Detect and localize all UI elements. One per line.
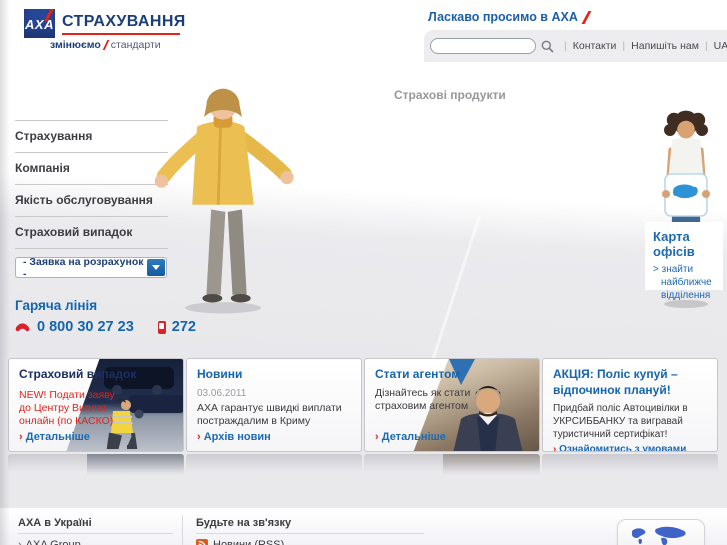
footer-link-label: AXA Group [25, 539, 81, 545]
footer: АХА в Україні › AXA Group Будьте на зв'я… [0, 508, 727, 545]
menu-item-label: Страхування [15, 129, 93, 143]
teaser-cards: Страховий випадок NEW! Подати заяву до Ц… [0, 358, 727, 482]
agent-text: Дізнайтесь як стати страховим агентом [375, 386, 471, 413]
separator: | [622, 40, 626, 52]
card-reflection [186, 454, 362, 482]
axa-logo-letters: AXA [25, 17, 54, 32]
footer-column-title: Будьте на зв'язку [196, 517, 424, 534]
card-title: Страховий випадок [19, 367, 137, 381]
axa-group-link[interactable]: › AXA Group [18, 539, 173, 545]
card-insurance-case: Страховий випадок NEW! Подати заяву до Ц… [8, 358, 184, 452]
phone-icon [15, 322, 30, 331]
card-promo: АКЦІЯ: Поліс купуй – відпочинок плануй! … [542, 358, 718, 452]
separator: | [564, 40, 567, 52]
brand-tagline: змінюємо стандарти [50, 39, 161, 51]
page: AXA СТРАХУВАННЯ змінюємо стандарти Ласка… [0, 0, 727, 545]
card-become-agent: Стати агентом Дізнайтесь як стати страхо… [364, 358, 540, 452]
dropdown-arrow-button[interactable] [146, 259, 165, 276]
footer-separator [182, 515, 183, 545]
header: AXA СТРАХУВАННЯ змінюємо стандарти Ласка… [0, 0, 727, 63]
promo-text: Придбай поліс Автоцивілки в УКРСИББАНКУ … [553, 403, 688, 441]
card-highlight-text: NEW! Подати заяву до Центру Виплат онлай… [19, 388, 115, 428]
news-date: 03.06.2011 [197, 387, 247, 399]
background-streak [431, 215, 482, 359]
axa-logo[interactable]: AXA [24, 9, 55, 38]
language-label: UA [713, 40, 727, 52]
office-map-title[interactable]: Карта офісів [653, 229, 723, 259]
card-title: Новини [197, 367, 243, 381]
details-link[interactable]: Детальніше [19, 431, 173, 443]
office-map-link[interactable]: > знайти [653, 263, 723, 276]
card-title: АКЦІЯ: Поліс купуй – відпочинок плануй! [553, 367, 678, 397]
card-reflection [542, 454, 718, 482]
arrow-icon: › [18, 539, 22, 545]
world-map-card [617, 519, 705, 545]
tagline-slash-icon [102, 40, 110, 50]
hotline-mobile-short: 272 [171, 319, 196, 335]
hotline-phone: 0 800 30 27 23 [37, 319, 134, 335]
menu-item-label: Страховий випадок [15, 225, 133, 239]
consultant-woman-photo [154, 88, 294, 314]
footer-column-stay-connected: Будьте на зв'язку Новини (RSS) [196, 517, 424, 545]
details-link[interactable]: Детальніше [375, 431, 529, 443]
write-us-link[interactable]: Напишіть нам [631, 40, 699, 52]
promo-terms-link[interactable]: Ознайомитись з умовами акції [553, 444, 707, 451]
main-area: Страхові продукти Страхування Компанія Я… [0, 62, 727, 359]
card-news: Новини 03.06.2011 АХА гарантує швидкі ви… [186, 358, 362, 452]
office-map-link-cont[interactable]: найближче [653, 276, 723, 289]
request-dropdown[interactable]: - Заявка на розрахунок - [15, 255, 167, 280]
welcome-slash-icon [581, 10, 592, 24]
separator: | [704, 40, 708, 52]
brand-underline [62, 33, 180, 35]
hotline-row: 0 800 30 27 23 272 [15, 319, 196, 335]
menu-item-label: Компанія [15, 161, 70, 175]
contacts-link[interactable]: Контакти [573, 40, 617, 52]
brand-title: СТРАХУВАННЯ [62, 13, 186, 30]
footer-column-title: АХА в Україні [18, 517, 173, 534]
office-map-panel: Карта офісів > знайти найближче відділен… [645, 222, 723, 301]
tagline-bold: змінюємо [50, 39, 101, 51]
chevron-down-icon [151, 265, 160, 270]
tagline-rest: стандарти [110, 39, 161, 51]
search-icon[interactable] [541, 40, 554, 53]
products-title: Страхові продукти [394, 88, 506, 102]
news-text: АХА гарантує швидкі виплати постраждалим… [197, 401, 342, 428]
rss-icon [196, 539, 208, 545]
language-selector[interactable]: UA [714, 40, 727, 52]
welcome-label: Ласкаво просимо в AXA [428, 10, 578, 24]
rss-news-link[interactable]: Новини (RSS) [196, 539, 424, 545]
footer-link-label: Новини (RSS) [213, 539, 285, 545]
welcome-text: Ласкаво просимо в AXA [428, 10, 592, 24]
hotline-title: Гаряча лінія [15, 298, 98, 313]
card-reflection [364, 454, 540, 482]
card-title: Стати агентом [375, 367, 461, 381]
request-dropdown-value: - Заявка на розрахунок - [23, 255, 144, 280]
header-toolbar: | Контакти | Напишіть нам | UA [424, 30, 727, 62]
footer-column-axa-ukraine: АХА в Україні › AXA Group [18, 517, 173, 545]
card-reflection [8, 454, 184, 482]
world-map-image [632, 526, 686, 545]
news-archive-link[interactable]: Архів новин [197, 431, 351, 443]
search-input[interactable] [430, 38, 536, 54]
mobile-phone-icon [157, 320, 166, 334]
office-map-link-cont[interactable]: відділення [653, 289, 723, 302]
